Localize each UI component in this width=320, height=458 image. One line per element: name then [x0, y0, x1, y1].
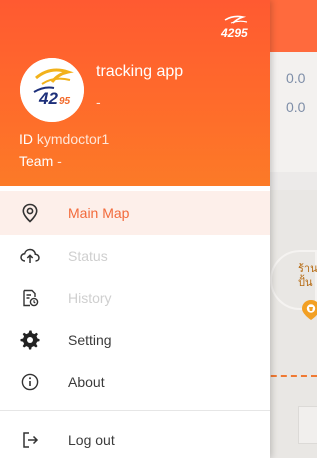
- svg-text:95: 95: [59, 96, 71, 107]
- user-id: ID kymdoctor1: [19, 131, 109, 147]
- team-value: -: [57, 153, 62, 169]
- brand-logo-small-icon: 4295: [215, 14, 257, 40]
- background-value-1: 0.0: [286, 70, 306, 86]
- menu-item-main-map[interactable]: Main Map: [0, 191, 270, 235]
- background-control: [298, 406, 317, 444]
- background-value-2: 0.0: [286, 99, 306, 115]
- app-screen: 0.0 0.0 ร้าน ปั้น 4295 42 95 tracking ap…: [0, 0, 317, 458]
- menu-item-about[interactable]: About: [0, 360, 270, 404]
- map-place-label: ร้าน ปั้น: [298, 263, 317, 289]
- menu-label-logout: Log out: [68, 432, 115, 448]
- logout-icon: [20, 430, 40, 450]
- drawer-header: 4295 42 95 tracking app - ID kymdoctor1: [0, 0, 270, 186]
- menu-label-status: Status: [68, 248, 108, 264]
- menu-divider: [0, 410, 270, 411]
- info-icon: [20, 372, 40, 392]
- svg-text:42: 42: [38, 89, 58, 108]
- menu-label-main-map: Main Map: [68, 205, 130, 221]
- gear-icon: [20, 330, 40, 350]
- app-name: tracking app: [96, 63, 184, 80]
- menu-label-history: History: [68, 290, 112, 306]
- cloud-upload-icon: [20, 246, 40, 266]
- menu-item-setting[interactable]: Setting: [0, 318, 270, 362]
- menu-item-history[interactable]: History: [0, 276, 270, 320]
- menu-label-setting: Setting: [68, 332, 112, 348]
- svg-text:4295: 4295: [220, 26, 248, 40]
- user-team: Team -: [19, 153, 62, 169]
- menu-label-about: About: [68, 374, 105, 390]
- navigation-drawer: 4295 42 95 tracking app - ID kymdoctor1: [0, 0, 270, 458]
- menu-item-logout[interactable]: Log out: [0, 418, 270, 458]
- history-document-icon: [20, 288, 40, 308]
- user-id-label: ID: [19, 131, 33, 147]
- user-id-value: kymdoctor1: [36, 131, 110, 147]
- app-subtitle: -: [96, 94, 101, 110]
- avatar[interactable]: 42 95: [20, 58, 84, 122]
- location-pin-icon: [20, 203, 40, 223]
- team-label: Team: [19, 153, 54, 169]
- menu-item-status[interactable]: Status: [0, 234, 270, 278]
- map-food-pin-icon[interactable]: [300, 299, 317, 321]
